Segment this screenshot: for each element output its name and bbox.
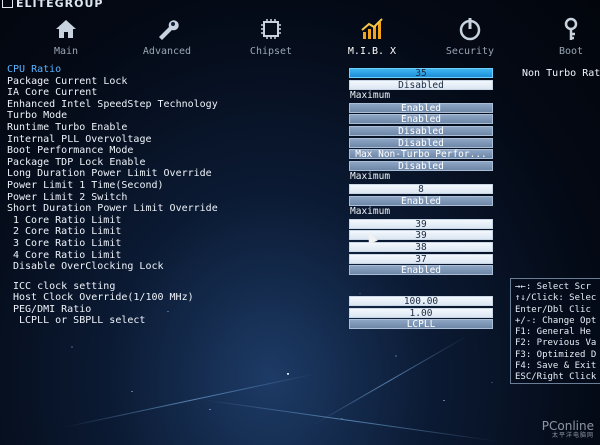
item-help-text: Non Turbo Rat — [522, 68, 600, 79]
setting-value: Maximum — [350, 90, 391, 102]
chart-icon — [361, 18, 383, 39]
setting-label[interactable]: Host Clock Override(1/100 MHz) — [7, 292, 347, 304]
light-streak — [311, 335, 469, 426]
setting-value: Maximum — [350, 206, 391, 218]
setting-label[interactable]: CPU Ratio — [7, 64, 347, 76]
setting-value[interactable]: Disabled — [349, 125, 493, 136]
tab-label: Advanced — [142, 46, 192, 57]
key-help-panel: →←: Select Scr ↑↓/Click: Selec Enter/Dbl C… — [510, 278, 600, 384]
watermark: PConline 太平洋电脑网 — [542, 420, 594, 441]
tab-bar: Main Advanced Chipset M.I.B. X Security … — [0, 0, 600, 60]
tab-security[interactable]: Security — [430, 16, 510, 57]
key-help-line: +/-: Change Opt — [515, 315, 597, 326]
light-streak — [201, 399, 499, 442]
setting-label[interactable]: Long Duration Power Limit Override — [7, 168, 347, 180]
setting-value[interactable]: Enabled — [349, 195, 493, 206]
key-help-line: F1: General He — [515, 327, 591, 338]
setting-label[interactable]: Boot Performance Mode — [7, 145, 347, 157]
setting-value[interactable]: 100.00 — [349, 296, 493, 307]
setting-value[interactable]: Disabled — [349, 160, 493, 171]
tab-label: Security — [445, 46, 495, 57]
tab-label: Main — [53, 46, 79, 57]
key-help-line: ESC/Right Click — [515, 372, 597, 383]
tab-label: Chipset — [249, 46, 293, 57]
key-help-line: Enter/Dbl Clic — [515, 304, 591, 315]
home-icon — [56, 20, 76, 38]
setting-label[interactable]: Internal PLL Overvoltage — [7, 134, 347, 146]
setting-value: Maximum — [350, 171, 391, 183]
chip-icon — [261, 19, 281, 39]
key-help-line: F2: Previous Va — [515, 338, 597, 349]
setting-label[interactable]: PEG/DMI Ratio — [7, 304, 347, 316]
setting-value — [349, 285, 493, 295]
setting-value[interactable]: 8 — [349, 183, 493, 194]
setting-value[interactable]: Disabled — [349, 79, 493, 90]
settings-labels: CPU Ratio Package Current Lock IA Core Cur… — [7, 64, 347, 327]
setting-value[interactable]: 1.00 — [349, 307, 493, 318]
setting-label[interactable]: 1 Core Ratio Limit — [7, 215, 347, 227]
tab-label: M.I.B. X — [347, 46, 397, 57]
setting-label[interactable]: ICC clock setting — [7, 281, 347, 293]
key-icon — [564, 17, 578, 40]
setting-label[interactable]: 3 Core Ratio Limit — [7, 238, 347, 250]
key-help-line: →←: Select Scr — [515, 282, 591, 292]
setting-label[interactable]: Runtime Turbo Enable — [7, 122, 347, 134]
setting-label[interactable]: Short Duration Power Limit Override — [7, 203, 347, 215]
tab-chipset[interactable]: Chipset — [231, 16, 311, 57]
power-icon — [459, 18, 481, 41]
setting-label[interactable]: Turbo Mode — [7, 110, 347, 122]
setting-value[interactable]: 39 — [349, 218, 493, 229]
setting-value[interactable]: Enabled — [349, 102, 493, 113]
tab-main[interactable]: Main — [26, 16, 106, 57]
tab-label: Boot — [558, 46, 584, 57]
setting-label[interactable]: Enhanced Intel SpeedStep Technology — [7, 99, 347, 111]
setting-label[interactable]: 4 Core Ratio Limit — [7, 250, 347, 262]
setting-value[interactable]: Max Non-Turbo Perfor... — [349, 149, 493, 160]
setting-label[interactable]: Disable OverClocking Lock — [7, 261, 347, 273]
setting-value[interactable]: Disabled — [349, 137, 493, 148]
setting-label[interactable]: Power Limit 2 Switch — [7, 192, 347, 204]
setting-label[interactable]: LCPLL or SBPLL select — [7, 315, 347, 327]
tab-boot[interactable]: Boot — [531, 16, 600, 57]
setting-value[interactable]: Enabled — [349, 265, 493, 276]
setting-value[interactable]: LCPLL — [349, 319, 493, 330]
tab-mib-x[interactable]: M.I.B. X — [332, 16, 412, 57]
setting-label[interactable]: Package Current Lock — [7, 76, 347, 88]
setting-value[interactable]: 35 — [349, 68, 493, 79]
setting-label[interactable]: Package TDP Lock Enable — [7, 157, 347, 169]
setting-value[interactable]: 37 — [349, 253, 493, 264]
settings-values: 35 Disabled Maximum Enabled Enabled Disabled D… — [349, 68, 493, 331]
setting-label[interactable]: 2 Core Ratio Limit — [7, 226, 347, 238]
setting-label[interactable]: IA Core Current — [7, 87, 347, 99]
wrench-icon — [159, 20, 179, 40]
key-help-line: ↑↓/Click: Selec — [515, 293, 597, 304]
key-help-line: F3: Optimized D — [515, 349, 597, 360]
setting-label[interactable]: Power Limit 1 Time(Second) — [7, 180, 347, 192]
key-help-line: F4: Save & Exit — [515, 361, 597, 372]
setting-value[interactable]: Enabled — [349, 114, 493, 125]
light-streak — [62, 372, 318, 429]
tab-advanced[interactable]: Advanced — [127, 16, 207, 57]
